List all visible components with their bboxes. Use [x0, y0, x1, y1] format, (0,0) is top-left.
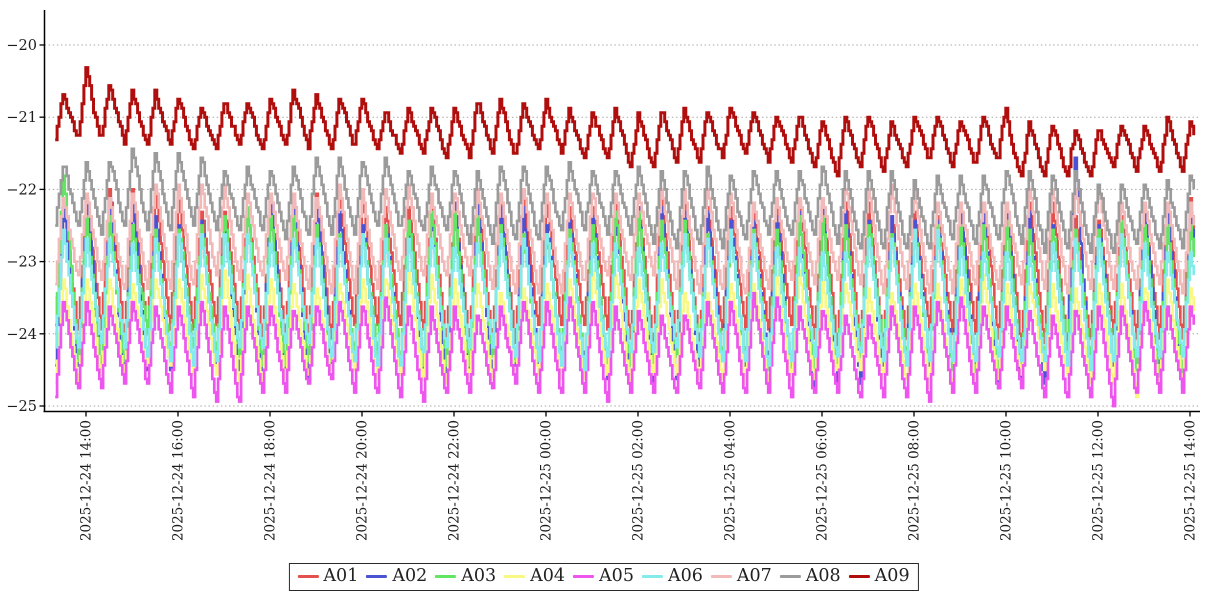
legend-item-A01: A01 [297, 566, 358, 587]
y-tick-label: −24 [6, 327, 37, 343]
legend-label: A02 [392, 566, 427, 587]
y-tick-label: −22 [6, 182, 37, 198]
legend-item-A04: A04 [496, 566, 565, 587]
x-tick-label: 2025-12-25 04:00 [723, 420, 739, 541]
y-tick-label: −21 [6, 110, 37, 126]
legend-swatch-A08 [780, 575, 801, 579]
x-tick-label: 2025-12-24 20:00 [355, 420, 371, 541]
legend-item-A08: A08 [772, 566, 841, 587]
legend-swatch-A01 [297, 575, 318, 579]
chart-legend: A01 A02 A03 A04 A05 A06 A07 A08 A09 [288, 563, 918, 591]
legend-label: A09 [875, 566, 910, 587]
x-tick-label: 2025-12-25 00:00 [539, 420, 555, 541]
legend-item-A06: A06 [634, 566, 703, 587]
x-tick-label: 2025-12-25 08:00 [907, 420, 923, 541]
legend-item-A05: A05 [565, 566, 634, 587]
line-chart-plot: −20−21−22−23−24−252025-12-24 14:002025-1… [0, 0, 1207, 600]
legend-label: A08 [806, 566, 841, 587]
x-tick-label: 2025-12-24 18:00 [263, 420, 279, 541]
legend-label: A03 [461, 566, 496, 587]
y-tick-label: −25 [6, 399, 37, 415]
legend-label: A05 [599, 566, 634, 587]
legend-swatch-A06 [642, 575, 663, 579]
x-tick-label: 2025-12-24 16:00 [171, 420, 187, 541]
legend-item-A02: A02 [358, 566, 427, 587]
legend-item-A09: A09 [841, 566, 910, 587]
y-tick-label: −20 [6, 38, 37, 54]
legend-item-A03: A03 [427, 566, 496, 587]
legend-label: A01 [323, 566, 358, 587]
legend-swatch-A04 [504, 575, 525, 579]
series-group [55, 68, 1194, 406]
series-line-A09 [55, 68, 1194, 176]
x-tick-label: 2025-12-25 06:00 [815, 420, 831, 541]
y-axis: −20 −21 −22 −23 −24 −25 [6, 38, 44, 415]
x-tick-label: 2025-12-25 12:00 [1091, 420, 1107, 541]
y-tick-label: −23 [6, 255, 37, 271]
x-tick-label: 2025-12-24 14:00 [79, 420, 95, 541]
x-tick-label: 2025-12-24 22:00 [447, 420, 463, 541]
chart-root: −20−21−22−23−24−252025-12-24 14:002025-1… [0, 0, 1207, 600]
legend-item-A07: A07 [703, 566, 772, 587]
legend-label: A04 [530, 566, 565, 587]
legend-label: A07 [737, 566, 772, 587]
legend-swatch-A09 [849, 575, 870, 579]
legend-swatch-A07 [711, 575, 732, 579]
x-tick-label: 2025-12-25 14:00 [1183, 420, 1199, 541]
legend-swatch-A02 [366, 575, 387, 579]
x-tick-label: 2025-12-25 02:00 [631, 420, 647, 541]
legend-swatch-A05 [573, 575, 594, 579]
legend-swatch-A03 [435, 575, 456, 579]
x-axis: 2025-12-24 14:00 2025-12-24 16:00 2025-12-… [79, 412, 1199, 542]
legend-label: A06 [668, 566, 703, 587]
x-tick-label: 2025-12-25 10:00 [999, 420, 1015, 541]
